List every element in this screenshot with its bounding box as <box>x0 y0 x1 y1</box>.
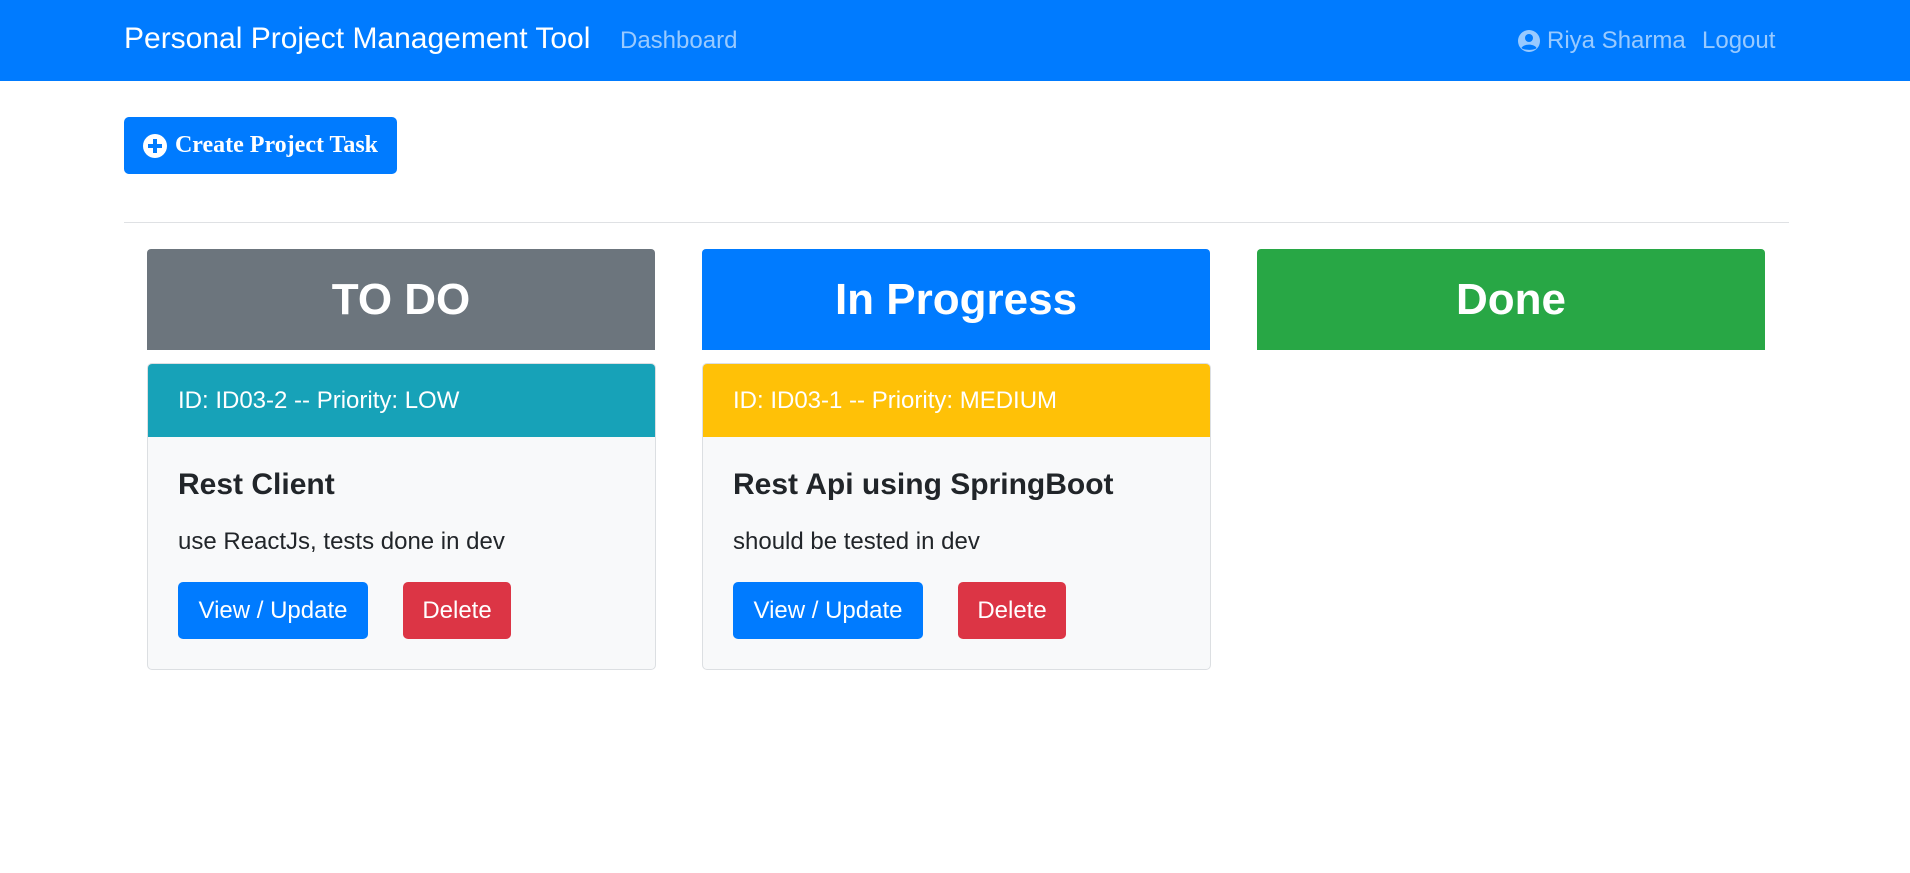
delete-button[interactable]: Delete <box>403 582 511 639</box>
nav-dashboard-link[interactable]: Dashboard <box>620 27 737 55</box>
divider <box>124 222 1789 223</box>
logout-link[interactable]: Logout <box>1702 27 1775 55</box>
create-project-task-label: Create Project Task <box>174 132 379 158</box>
column-header-in-progress: In Progress <box>702 249 1210 350</box>
create-project-task-button[interactable]: Create Project Task <box>124 117 397 174</box>
task-card-header: ID: ID03-2 -- Priority: LOW <box>148 364 655 437</box>
delete-button[interactable]: Delete <box>958 582 1066 639</box>
task-card-header: ID: ID03-1 -- Priority: MEDIUM <box>703 364 1210 437</box>
task-description: use ReactJs, tests done in dev <box>178 528 505 555</box>
brand-title[interactable]: Personal Project Management Tool <box>124 22 590 56</box>
task-card: ID: ID03-2 -- Priority: LOW Rest Client … <box>147 363 656 670</box>
task-title: Rest Client <box>178 468 335 501</box>
plus-circle-icon <box>142 133 167 158</box>
task-description: should be tested in dev <box>733 528 980 555</box>
task-card: ID: ID03-1 -- Priority: MEDIUM Rest Api … <box>702 363 1211 670</box>
user-circle-icon <box>1517 29 1541 53</box>
navbar: Personal Project Management Tool Dashboa… <box>0 0 1910 81</box>
task-title: Rest Api using SpringBoot <box>733 468 1114 501</box>
view-update-button[interactable]: View / Update <box>733 582 923 639</box>
user-name-label: Riya Sharma <box>1547 27 1686 54</box>
column-header-todo: TO DO <box>147 249 655 350</box>
column-header-done: Done <box>1257 249 1765 350</box>
nav-user-link[interactable]: Riya Sharma <box>1517 27 1686 55</box>
view-update-button[interactable]: View / Update <box>178 582 368 639</box>
